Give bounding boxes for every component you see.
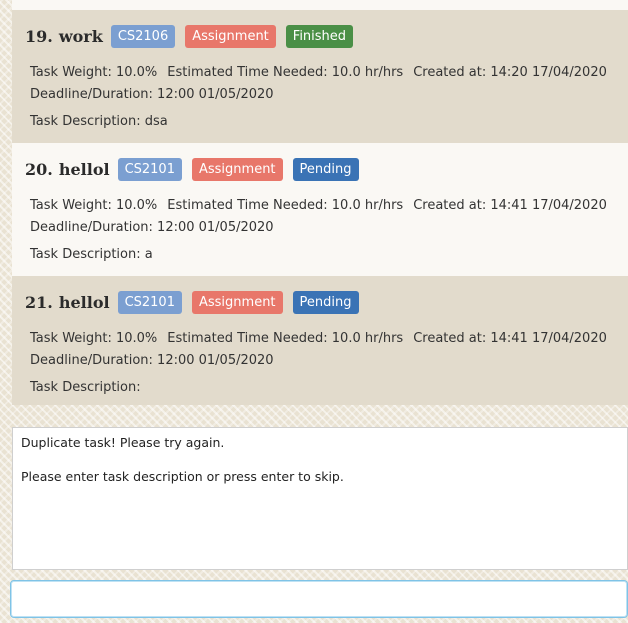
task-title: 19. work bbox=[25, 27, 103, 46]
task-index: 20. bbox=[25, 159, 53, 179]
task-weight: Task Weight: 10.0% bbox=[30, 198, 158, 213]
command-input[interactable] bbox=[10, 580, 628, 618]
task-card[interactable]: 21. hellol CS2101 Assignment Pending Tas… bbox=[12, 276, 628, 405]
task-index: 19. bbox=[25, 26, 53, 46]
task-details: Task Weight: 10.0% Estimated Time Needed:… bbox=[25, 195, 628, 239]
task-estimated-time: Estimated Time Needed: 10.0 hr/hrs bbox=[167, 331, 404, 346]
task-card[interactable]: 20. hellol CS2101 Assignment Pending Tas… bbox=[12, 143, 628, 276]
task-card-header: 20. hellol CS2101 Assignment Pending bbox=[25, 157, 628, 181]
task-card-header: 21. hellol CS2101 Assignment Pending bbox=[25, 290, 628, 314]
status-tag: Pending bbox=[292, 290, 359, 314]
task-description: Task Description: dsa bbox=[30, 114, 168, 129]
result-display: Duplicate task! Please try again. Please… bbox=[12, 427, 628, 570]
module-tag: CS2101 bbox=[117, 157, 182, 181]
task-deadline: Deadline/Duration: 12:00 01/05/2020 bbox=[30, 87, 274, 102]
task-details: Task Weight: 10.0% Estimated Time Needed:… bbox=[25, 328, 628, 372]
task-name: hellol bbox=[58, 159, 110, 179]
task-type-tag: Assignment bbox=[191, 290, 283, 314]
module-tag: CS2101 bbox=[117, 290, 182, 314]
module-tag: CS2106 bbox=[110, 24, 176, 48]
result-message: Duplicate task! Please try again. bbox=[21, 435, 225, 450]
task-deadline: Deadline/Duration: 12:00 01/05/2020 bbox=[30, 353, 274, 368]
task-deadline: Deadline/Duration: 12:00 01/05/2020 bbox=[30, 220, 274, 235]
task-card-header: 19. work CS2106 Assignment Finished bbox=[25, 24, 628, 48]
task-created-at: Created at: 14:41 17/04/2020 bbox=[413, 198, 607, 213]
task-type-tag: Assignment bbox=[191, 157, 283, 181]
task-estimated-time: Estimated Time Needed: 10.0 hr/hrs bbox=[167, 65, 404, 80]
status-tag: Finished bbox=[285, 24, 354, 48]
task-created-at: Created at: 14:41 17/04/2020 bbox=[413, 331, 607, 346]
task-description: Task Description: bbox=[30, 380, 141, 395]
task-card[interactable]: 19. work CS2106 Assignment Finished Task… bbox=[12, 10, 628, 143]
result-prompt: Please enter task description or press e… bbox=[21, 469, 344, 484]
task-description: Task Description: a bbox=[30, 247, 153, 262]
task-name: hellol bbox=[58, 292, 110, 312]
task-created-at: Created at: 14:20 17/04/2020 bbox=[413, 65, 607, 80]
task-weight: Task Weight: 10.0% bbox=[30, 331, 158, 346]
task-title: 20. hellol bbox=[25, 160, 110, 179]
task-list-previous-edge bbox=[12, 0, 628, 10]
task-list[interactable]: 19. work CS2106 Assignment Finished Task… bbox=[12, 0, 628, 405]
task-details: Task Weight: 10.0% Estimated Time Needed:… bbox=[25, 62, 628, 106]
status-tag: Pending bbox=[292, 157, 359, 181]
task-title: 21. hellol bbox=[25, 293, 110, 312]
task-estimated-time: Estimated Time Needed: 10.0 hr/hrs bbox=[167, 198, 404, 213]
task-index: 21. bbox=[25, 292, 53, 312]
task-name: work bbox=[58, 26, 103, 46]
task-weight: Task Weight: 10.0% bbox=[30, 65, 158, 80]
task-type-tag: Assignment bbox=[185, 24, 276, 48]
